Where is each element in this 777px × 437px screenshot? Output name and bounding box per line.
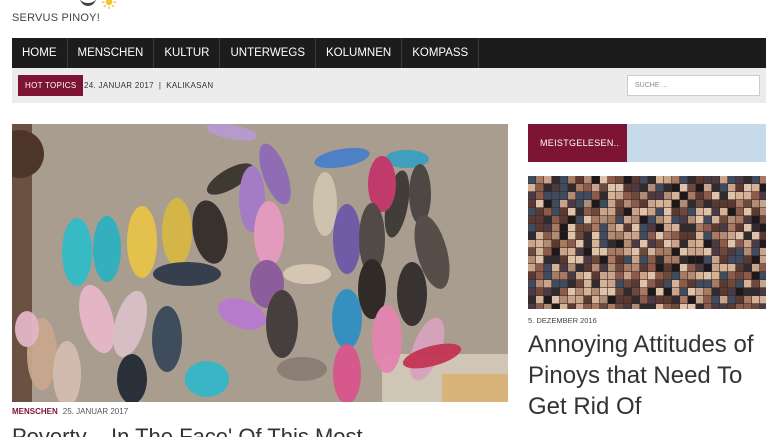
sidebar-widget-header: MEISTGELESEN.. — [528, 124, 766, 162]
nav-item-kultur[interactable]: KULTUR — [154, 38, 221, 68]
sidebar-post-date: 5. DEZEMBER 2016 — [528, 316, 597, 325]
site-tagline: SERVUS PINOY! — [12, 12, 100, 24]
ticker-link[interactable]: KALIKASAN — [166, 81, 213, 90]
ticker-separator: | — [158, 81, 162, 90]
sidebar-post-image[interactable] — [528, 176, 766, 309]
slippers-photo — [12, 124, 508, 402]
sun-icon — [102, 0, 116, 9]
site-logo[interactable] — [80, 0, 96, 6]
post-title[interactable]: Poverty – In The Face' Of This Most — [12, 424, 363, 437]
nav-item-unterwegs[interactable]: UNTERWEGS — [220, 38, 317, 68]
nav-item-menschen[interactable]: MENSCHEN — [68, 38, 155, 68]
nav-item-kolumnen[interactable]: KOLUMNEN — [316, 38, 403, 68]
tab-meistgelesen[interactable]: MEISTGELESEN.. — [528, 124, 627, 162]
sidebar-post-title[interactable]: Annoying Attitudes of Pinoys that Need T… — [528, 329, 773, 422]
post-date: 25. JANUAR 2017 — [62, 407, 129, 416]
main-navigation: HOME MENSCHEN KULTUR UNTERWEGS KOLUMNEN … — [12, 38, 766, 68]
faces-mosaic-photo — [528, 176, 766, 309]
nav-item-home[interactable]: HOME — [12, 38, 68, 68]
hot-topics-label: HOT TOPICS — [18, 75, 84, 96]
search-input[interactable] — [627, 75, 760, 96]
news-ticker: 24. JANUAR 2017 | KALIKASAN — [84, 68, 213, 103]
post-meta: MENSCHEN 25. JANUAR 2017 — [12, 407, 128, 416]
nav-item-kompass[interactable]: KOMPASS — [402, 38, 480, 68]
featured-post-image[interactable] — [12, 124, 508, 402]
post-category[interactable]: MENSCHEN — [12, 407, 58, 416]
hot-topics-bar: HOT TOPICS 24. JANUAR 2017 | KALIKASAN — [12, 68, 766, 103]
site-header: SERVUS PINOY! — [0, 0, 777, 38]
ticker-date: 24. JANUAR 2017 — [84, 81, 154, 90]
